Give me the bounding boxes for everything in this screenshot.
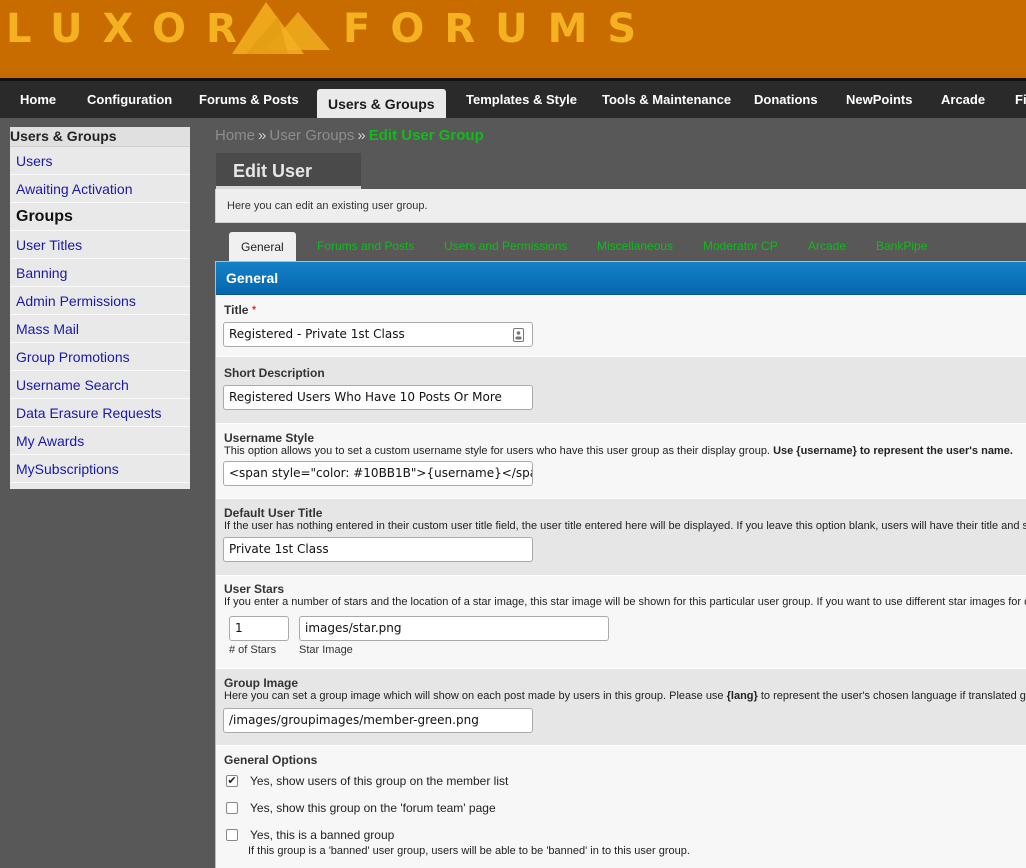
nav-templates-style[interactable]: Templates & Style — [466, 81, 577, 118]
sidebar-item-group-promotions[interactable]: Group Promotions — [10, 343, 190, 371]
logo-text-right: FORUMS — [343, 6, 657, 52]
option-forum-team-label: Yes, show this group on the 'forum team'… — [250, 801, 496, 815]
group-image-help: Here you can set a group image which wil… — [224, 690, 1026, 702]
banned-group-help: If this group is a 'banned' user group, … — [248, 845, 690, 857]
user-stars-row: User Stars If you enter a number of star… — [216, 576, 1026, 668]
user-stars-label: User Stars — [224, 582, 285, 596]
sidebar-item-admin-permissions[interactable]: Admin Permissions — [10, 287, 190, 315]
page-description: Here you can edit an existing user group… — [215, 189, 1026, 223]
nav-configuration[interactable]: Configuration — [87, 81, 172, 118]
breadcrumb-home[interactable]: Home — [215, 127, 255, 144]
short-description-input[interactable]: Registered Users Who Have 10 Posts Or Mo… — [223, 385, 533, 410]
sidebar-item-banning[interactable]: Banning — [10, 259, 190, 287]
breadcrumb-separator: » — [258, 127, 267, 144]
nav-fi[interactable]: Fi — [1015, 81, 1026, 118]
title-row: Title * Registered - Private 1st Class — [216, 296, 1026, 356]
sidebar-item-mass-mail[interactable]: Mass Mail — [10, 315, 190, 343]
stars-count-input[interactable]: 1 — [229, 616, 289, 641]
star-image-label: Star Image — [299, 644, 353, 656]
username-style-label: Username Style — [224, 431, 315, 445]
sidebar-title: Users & Groups — [10, 127, 190, 147]
tab-arcade[interactable]: Arcade — [808, 231, 846, 261]
group-image-row: Group Image Here you can set a group ima… — [216, 669, 1026, 745]
nav-tools-maintenance[interactable]: Tools & Maintenance — [602, 81, 731, 118]
option-banned-group-label: Yes, this is a banned group — [250, 828, 395, 842]
option-forum-team[interactable]: Yes, show this group on the 'forum team'… — [226, 801, 496, 815]
general-options-row: General Options ✔ Yes, show users of this… — [216, 746, 1026, 868]
option-member-list-label: Yes, show users of this group on the mem… — [250, 774, 509, 788]
checkbox-forum-team[interactable] — [226, 801, 238, 814]
tab-general[interactable]: General — [229, 232, 296, 262]
group-image-label: Group Image — [224, 676, 299, 690]
default-user-title-label: Default User Title — [224, 506, 323, 520]
sidebar-item-users[interactable]: Users — [10, 147, 190, 175]
default-user-title-row: Default User Title If the user has nothi… — [216, 499, 1026, 575]
title-input[interactable]: Registered - Private 1st Class — [223, 322, 533, 347]
nav-users-groups[interactable]: Users & Groups — [317, 89, 446, 118]
title-input-value: Registered - Private 1st Class — [229, 327, 405, 341]
user-stars-help: If you enter a number of stars and the l… — [224, 596, 1026, 608]
nav-newpoints[interactable]: NewPoints — [846, 81, 912, 118]
pyramid-logo-icon — [232, 2, 330, 54]
group-image-input[interactable]: /images/groupimages/member-green.png — [223, 708, 533, 733]
top-nav: Home Configuration Forums & Posts Users … — [0, 78, 1026, 118]
username-style-row: Username Style This option allows you to… — [216, 424, 1026, 498]
logo-text-left: LUXOR — [6, 6, 257, 52]
tab-miscellaneous[interactable]: Miscellaneous — [597, 231, 673, 261]
sidebar-item-data-erasure[interactable]: Data Erasure Requests — [10, 399, 190, 427]
breadcrumb-separator: » — [357, 127, 366, 144]
stars-count-label: # of Stars — [229, 644, 277, 656]
tab-moderator-cp[interactable]: Moderator CP — [703, 231, 778, 261]
tab-users-permissions[interactable]: Users and Permissions — [444, 231, 567, 261]
option-banned-group[interactable]: Yes, this is a banned group — [226, 828, 394, 842]
short-description-label: Short Description — [224, 366, 325, 380]
breadcrumb-user-groups[interactable]: User Groups — [269, 127, 354, 144]
sidebar-item-username-search[interactable]: Username Search — [10, 371, 190, 399]
sidebar-item-user-titles[interactable]: User Titles — [10, 231, 190, 259]
page-title: Edit User Group — [216, 153, 361, 217]
checkbox-member-list[interactable]: ✔ — [226, 774, 238, 787]
settings-panel: General Title * Registered - Private 1st… — [215, 261, 1026, 868]
short-description-row: Short Description Registered Users Who H… — [216, 357, 1026, 423]
option-member-list[interactable]: ✔ Yes, show users of this group on the me… — [226, 774, 508, 788]
star-image-input[interactable]: images/star.png — [299, 616, 609, 641]
general-options-label: General Options — [224, 753, 318, 767]
sidebar-item-my-awards[interactable]: My Awards — [10, 427, 190, 455]
nav-arcade[interactable]: Arcade — [941, 81, 985, 118]
site-header: LUXOR FORUMS — [0, 0, 1026, 78]
breadcrumb: Home» User Groups» Edit User Group — [215, 127, 484, 144]
sidebar-item-groups[interactable]: Groups — [10, 203, 190, 231]
required-marker: * — [251, 303, 257, 317]
sidebar-item-mysubscriptions[interactable]: MySubscriptions — [10, 455, 190, 483]
breadcrumb-current: Edit User Group — [368, 127, 484, 144]
nav-forums-posts[interactable]: Forums & Posts — [199, 81, 299, 118]
nav-donations[interactable]: Donations — [754, 81, 818, 118]
username-style-input[interactable]: <span style="color: #10BB1B">{username}<… — [223, 461, 533, 486]
tab-bankpipe[interactable]: BankPipe — [876, 231, 927, 261]
tab-forums-posts[interactable]: Forums and Posts — [317, 231, 414, 261]
default-user-title-help: If the user has nothing entered in their… — [224, 520, 1026, 532]
checkbox-banned-group[interactable] — [226, 828, 238, 841]
contact-card-icon — [513, 328, 524, 342]
sidebar: Users & Groups Users Awaiting Activation… — [10, 127, 190, 489]
title-label: Title * — [224, 303, 257, 317]
username-style-help: This option allows you to set a custom u… — [224, 445, 1013, 457]
panel-header: General — [216, 262, 1026, 295]
nav-home[interactable]: Home — [20, 81, 56, 118]
sidebar-item-awaiting-activation[interactable]: Awaiting Activation — [10, 175, 190, 203]
default-user-title-input[interactable]: Private 1st Class — [223, 537, 533, 562]
